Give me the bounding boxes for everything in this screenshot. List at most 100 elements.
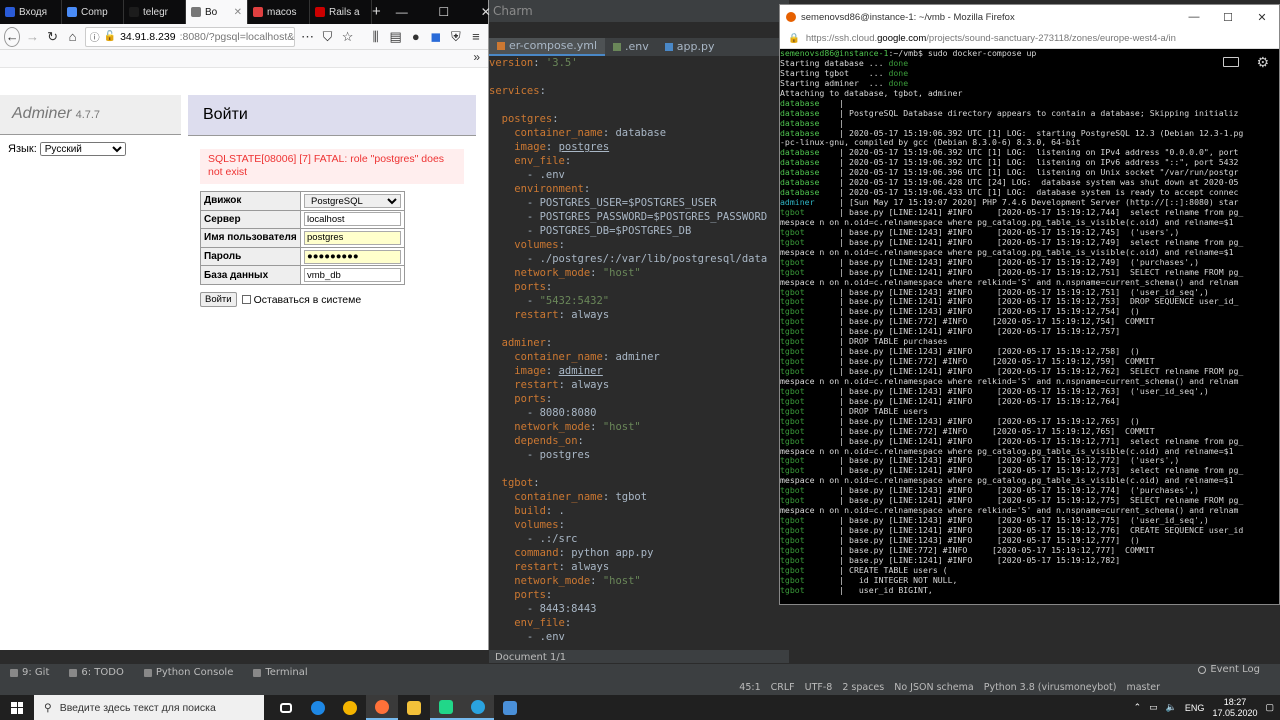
taskbar-search[interactable]: ⚲ Введите здесь текст для поиска xyxy=(34,695,264,720)
forward-button[interactable]: → xyxy=(24,27,40,47)
search-placeholder: Введите здесь текст для поиска xyxy=(59,701,216,714)
terminal-line: mespace n on n.oid=c.relnamespace where … xyxy=(780,506,1239,516)
status-item[interactable]: master xyxy=(1126,681,1160,695)
code-line: env_file: xyxy=(514,617,572,629)
form-input-4[interactable] xyxy=(304,268,401,283)
taskbar-app[interactable] xyxy=(462,695,494,720)
taskbar-app[interactable] xyxy=(398,695,430,720)
lock-icon[interactable]: 🔒 xyxy=(788,33,800,44)
reload-button[interactable]: ↻ xyxy=(45,27,61,47)
tool-window-1[interactable]: 6: TODO xyxy=(59,667,133,678)
ssh-address-bar[interactable]: 🔒 https://ssh.cloud. google.com/projects/… xyxy=(780,29,1279,49)
terminal-line: tgbot | base.py [LINE:1243] #INFO [2020-… xyxy=(780,535,1140,545)
form-label: Пароль xyxy=(200,246,301,267)
address-bar[interactable]: ⓘ 🔓 34.91.8.239:8080/?pgsql=localhost&u xyxy=(84,26,296,47)
minimize-icon[interactable]: — xyxy=(381,0,423,24)
maximize-icon[interactable]: ☐ xyxy=(423,0,465,24)
info-icon[interactable]: ⓘ xyxy=(90,29,100,44)
network-icon[interactable]: ▭ xyxy=(1149,702,1158,713)
close-icon[interactable]: ✕ xyxy=(465,0,507,24)
menu-icon[interactable]: ≡ xyxy=(468,27,484,47)
new-tab-button[interactable]: + xyxy=(372,0,381,24)
home-button[interactable]: ⌂ xyxy=(65,27,81,47)
code-line: - ./postgres/:/var/lib/postgresql/data xyxy=(489,253,768,265)
form-row: Имя пользователя xyxy=(200,228,405,248)
taskbar-app[interactable] xyxy=(494,695,526,720)
login-form: ДвижокPostgreSQLСерверИмя пользователяПа… xyxy=(200,191,405,285)
back-button[interactable]: ← xyxy=(4,26,21,47)
shield-icon[interactable]: ⛨ xyxy=(448,27,464,47)
form-label: Имя пользователя xyxy=(200,228,301,248)
library-icon[interactable]: ⫼ xyxy=(368,27,384,47)
editor-tab[interactable]: .env xyxy=(605,38,657,56)
tool-window-bar: 9: Git 6: TODO Python Console Terminal Even… xyxy=(0,663,1280,681)
extension-icon[interactable]: ◼ xyxy=(428,27,444,47)
terminal-line: tgbot | base.py [LINE:1243] #INFO [2020-… xyxy=(780,416,1140,426)
browser-tab[interactable]: Bo ✕ xyxy=(186,0,248,24)
event-log-button[interactable]: Event Log xyxy=(1198,664,1260,675)
tray-chevron-icon[interactable]: ⌃ xyxy=(1134,702,1142,713)
browser-tab[interactable]: Comp xyxy=(62,0,124,24)
terminal-line: tgbot | DROP TABLE users xyxy=(780,406,928,416)
form-input-3[interactable] xyxy=(304,249,401,264)
start-button[interactable] xyxy=(0,695,34,720)
settings-gear-icon[interactable]: ⚙ xyxy=(1256,55,1269,71)
close-icon[interactable]: ✕ xyxy=(1245,11,1279,24)
account-icon[interactable]: ● xyxy=(408,27,424,47)
remember-label[interactable]: Оставаться в системе xyxy=(254,294,362,306)
status-item[interactable]: No JSON schema xyxy=(894,681,974,695)
taskbar-app[interactable] xyxy=(302,695,334,720)
close-tab-icon[interactable]: ✕ xyxy=(234,7,242,18)
form-input-1[interactable] xyxy=(304,212,401,227)
status-item[interactable]: 45:1 xyxy=(739,681,760,695)
form-input-2[interactable] xyxy=(304,230,401,245)
keyboard-icon[interactable] xyxy=(1223,57,1239,67)
adminer-logo[interactable]: Adminer 4.7.7 xyxy=(12,105,100,123)
remember-checkbox[interactable] xyxy=(241,295,251,304)
insecure-lock-icon[interactable]: 🔓 xyxy=(104,31,116,42)
bookmark-star-icon[interactable]: ☆ xyxy=(340,27,356,47)
browser-tab-label: Bo xyxy=(205,6,218,18)
driver-select[interactable]: PostgreSQL xyxy=(304,193,401,208)
page-actions-icon[interactable]: ⋯ xyxy=(299,27,315,47)
terminal-line: tgbot | base.py [LINE:772] #INFO [2020-0… xyxy=(780,545,1155,555)
tool-window-3[interactable]: Terminal xyxy=(243,667,317,678)
windows-logo-icon xyxy=(11,701,23,714)
minimize-icon[interactable]: — xyxy=(1177,11,1211,24)
browser-tab[interactable]: telegr xyxy=(124,0,186,24)
notifications-icon[interactable]: ▢ xyxy=(1265,702,1274,713)
code-line: ports: xyxy=(514,393,553,405)
language-select[interactable]: Русский xyxy=(39,142,126,156)
language-indicator[interactable]: ENG xyxy=(1185,703,1205,713)
clock[interactable]: 18:27 17.05.2020 xyxy=(1212,697,1257,719)
editor-tab[interactable]: er-compose.yml xyxy=(489,38,606,56)
volume-icon[interactable]: 🔈 xyxy=(1166,702,1177,713)
status-item[interactable]: Python 3.8 (virusmoneybot) xyxy=(984,681,1117,695)
taskbar-app[interactable] xyxy=(366,695,398,720)
status-item[interactable]: CRLF xyxy=(771,681,795,695)
sidebar-icon[interactable]: ▤ xyxy=(388,27,404,47)
terminal-line: tgbot | base.py [LINE:1241] #INFO [2020-… xyxy=(780,526,1244,535)
browser-tab[interactable]: macos xyxy=(248,0,310,24)
tool-window-0[interactable]: 9: Git xyxy=(0,667,59,678)
code-editor[interactable]: version: '3.5' services: postgres: contai… xyxy=(489,56,781,650)
ssh-terminal[interactable]: semenovsd86@instance-1:~/vmb$ sudo docke… xyxy=(780,49,1279,604)
code-line: - .:/src xyxy=(489,533,578,545)
terminal-line: database | 2020-05-17 15:19:06.433 UTC [… xyxy=(780,188,1239,198)
code-line: depends_on: xyxy=(514,435,584,447)
status-item[interactable]: UTF-8 xyxy=(805,681,833,695)
browser-tab[interactable]: Входя xyxy=(0,0,62,24)
firefox-ssh-window: semenovsd86@instance-1: ~/vmb - Mozilla … xyxy=(779,4,1280,605)
taskbar-app[interactable] xyxy=(430,695,462,720)
overflow-chevron-icon[interactable]: » xyxy=(0,50,488,68)
terminal-line: tgbot | base.py [LINE:1241] #INFO [2020-… xyxy=(780,555,1121,565)
pocket-icon[interactable]: ⛉ xyxy=(319,27,335,47)
status-item[interactable]: 2 spaces xyxy=(842,681,884,695)
tool-window-2[interactable]: Python Console xyxy=(134,667,244,678)
editor-tab[interactable]: app.py xyxy=(657,38,723,56)
taskbar-app[interactable] xyxy=(270,695,302,720)
maximize-icon[interactable]: ☐ xyxy=(1211,11,1245,24)
browser-tab[interactable]: Rails a xyxy=(310,0,372,24)
taskbar-app[interactable] xyxy=(334,695,366,720)
login-button[interactable]: Войти xyxy=(200,292,237,307)
